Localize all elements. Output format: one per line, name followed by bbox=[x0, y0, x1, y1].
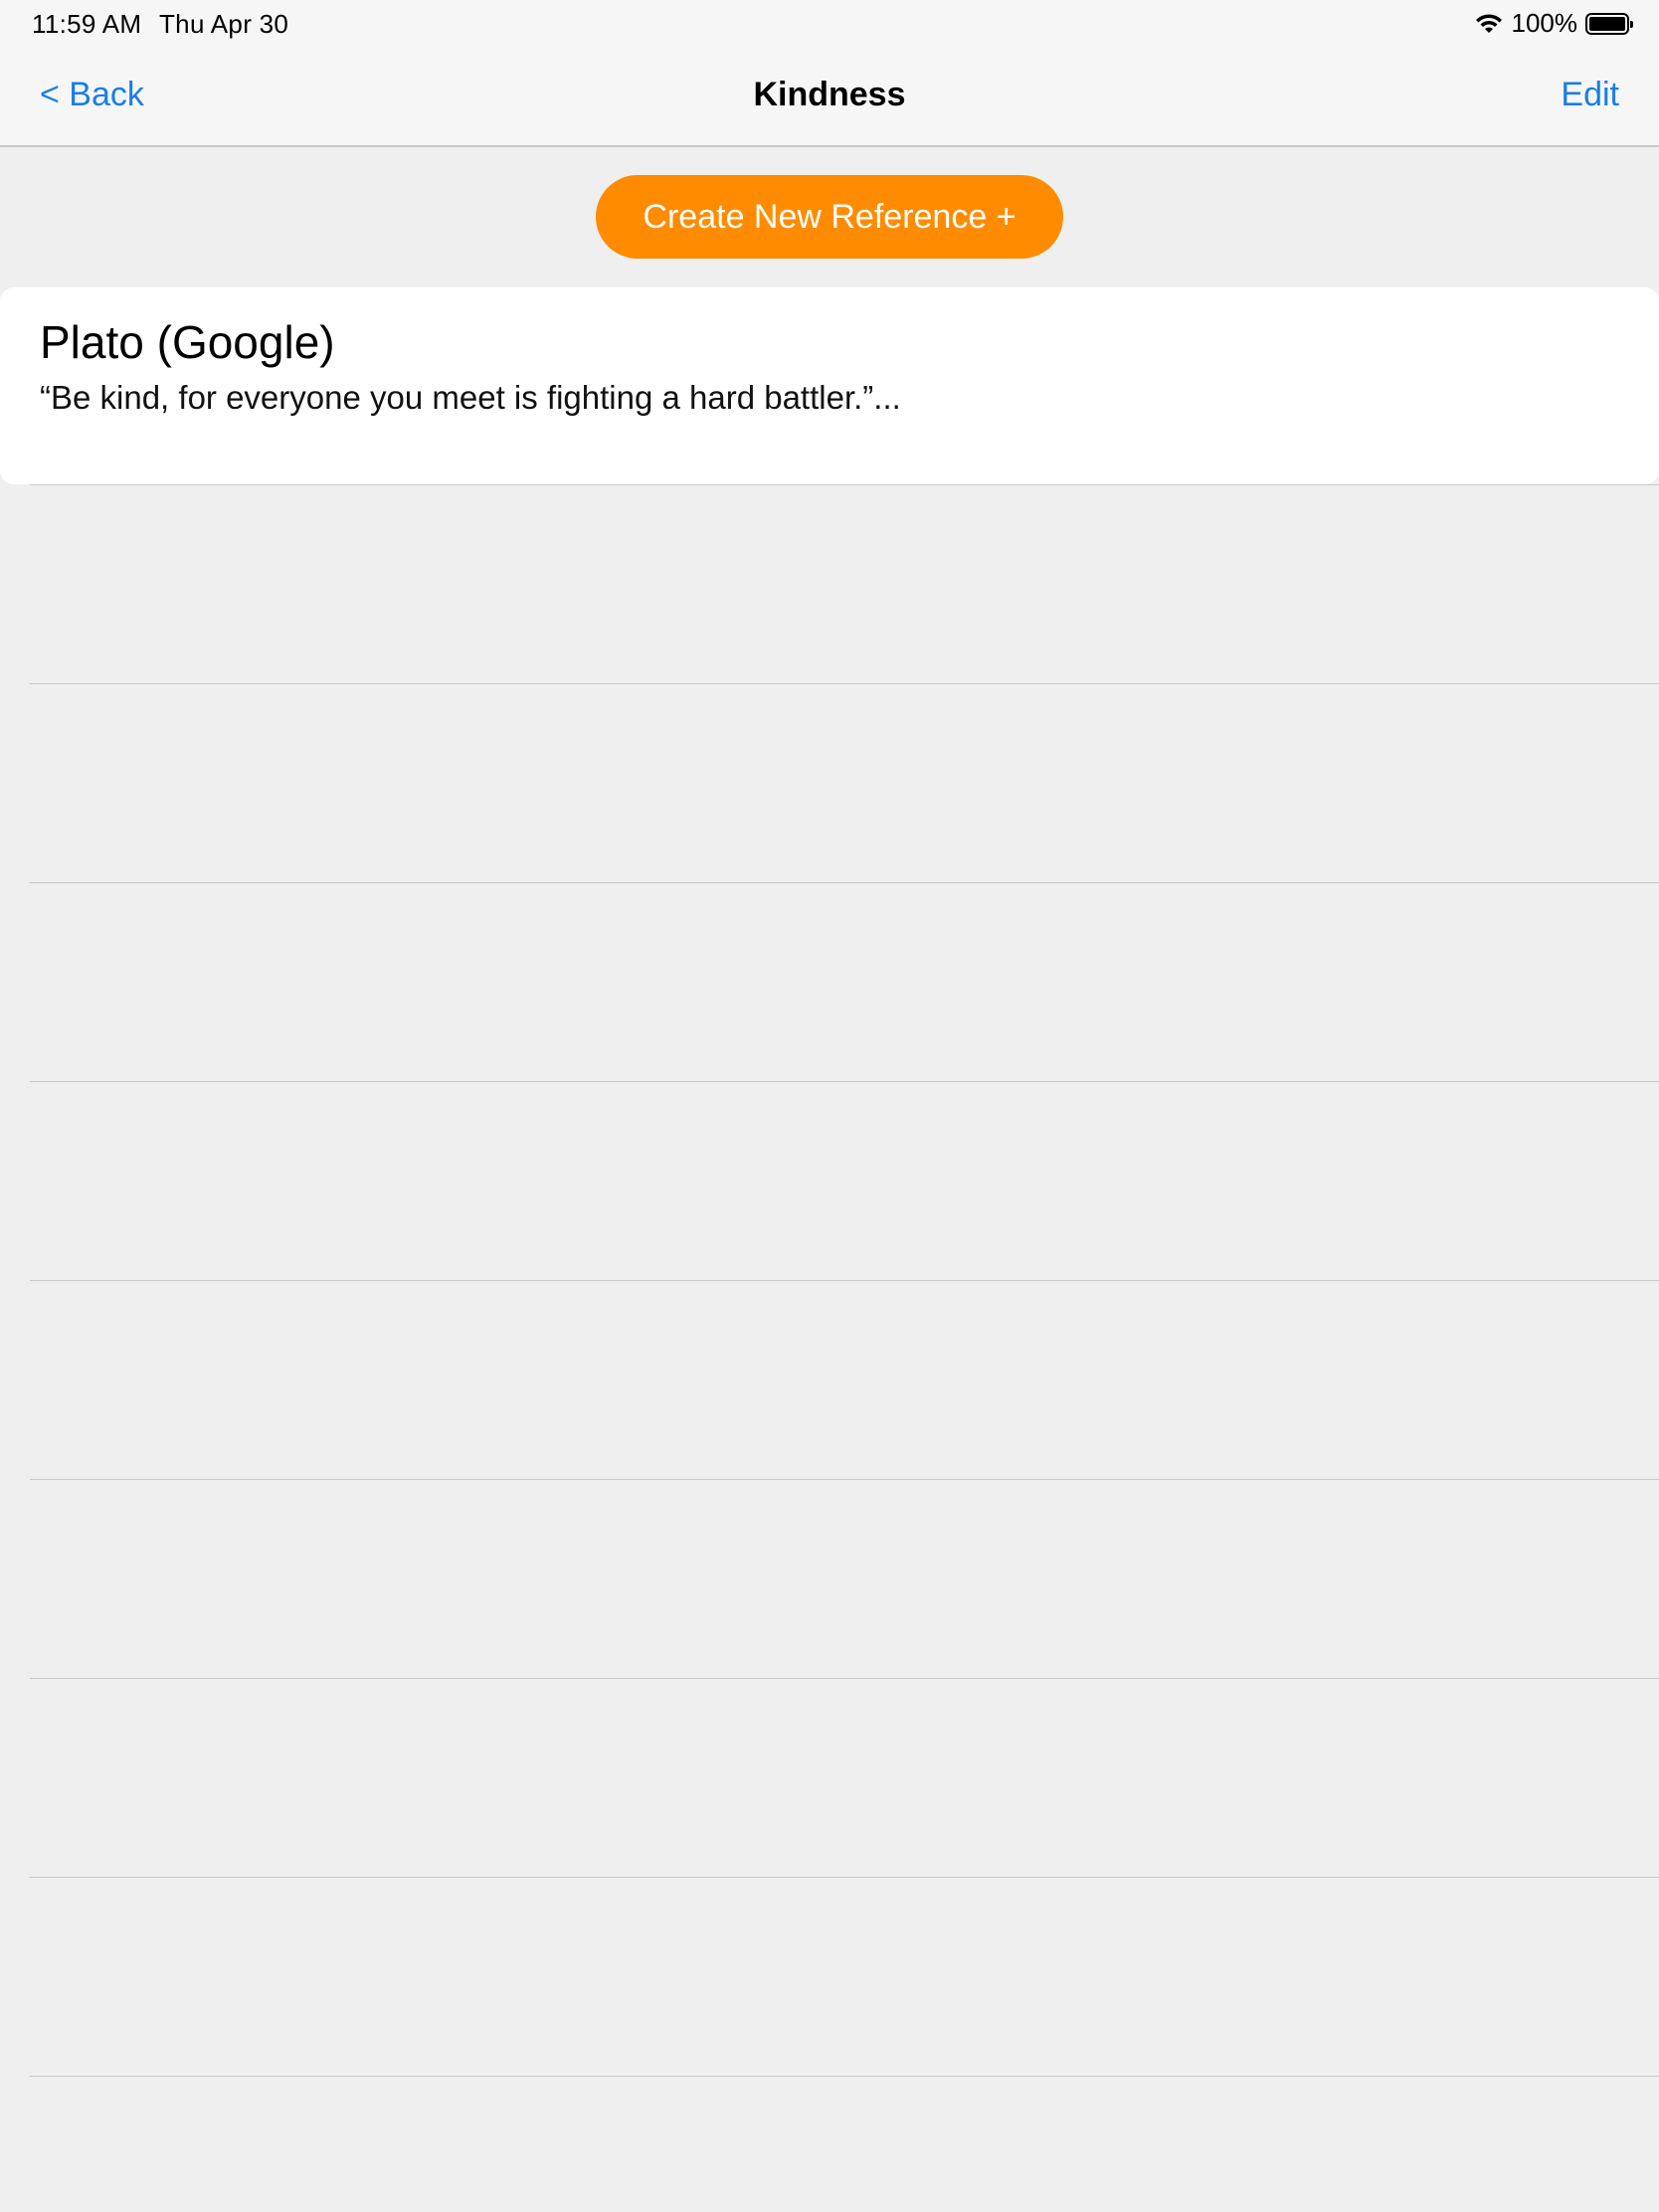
row-separator bbox=[30, 882, 1659, 883]
row-separator bbox=[30, 1877, 1659, 1878]
status-date: Thu Apr 30 bbox=[159, 9, 289, 39]
row-separator bbox=[30, 1479, 1659, 1480]
status-time: 11:59 AM bbox=[32, 9, 142, 39]
row-separator bbox=[30, 1081, 1659, 1082]
status-bar: 11:59 AM Thu Apr 30 100% bbox=[0, 0, 1659, 48]
battery-fill bbox=[1589, 16, 1625, 31]
row-separator bbox=[30, 1678, 1659, 1679]
row-separator bbox=[30, 683, 1659, 684]
reference-list-item[interactable]: Plato (Google) “Be kind, for everyone yo… bbox=[0, 287, 1659, 484]
row-separator bbox=[30, 1280, 1659, 1281]
reference-title: Plato (Google) bbox=[40, 316, 335, 368]
battery-percent: 100% bbox=[1511, 8, 1578, 38]
reference-quote: “Be kind, for everyone you meet is fight… bbox=[40, 379, 901, 416]
back-button[interactable]: < Back bbox=[40, 76, 144, 114]
battery-icon bbox=[1585, 12, 1633, 35]
row-separator bbox=[30, 484, 1659, 485]
row-separator bbox=[30, 2076, 1659, 2077]
navigation-bar: Kindness < Back Edit bbox=[0, 48, 1659, 147]
page-title: Kindness bbox=[753, 76, 906, 113]
create-new-reference-button[interactable]: Create New Reference + bbox=[596, 175, 1063, 259]
edit-button[interactable]: Edit bbox=[1561, 76, 1619, 114]
wifi-icon bbox=[1474, 13, 1504, 35]
status-indicators: 100% bbox=[1474, 8, 1633, 39]
